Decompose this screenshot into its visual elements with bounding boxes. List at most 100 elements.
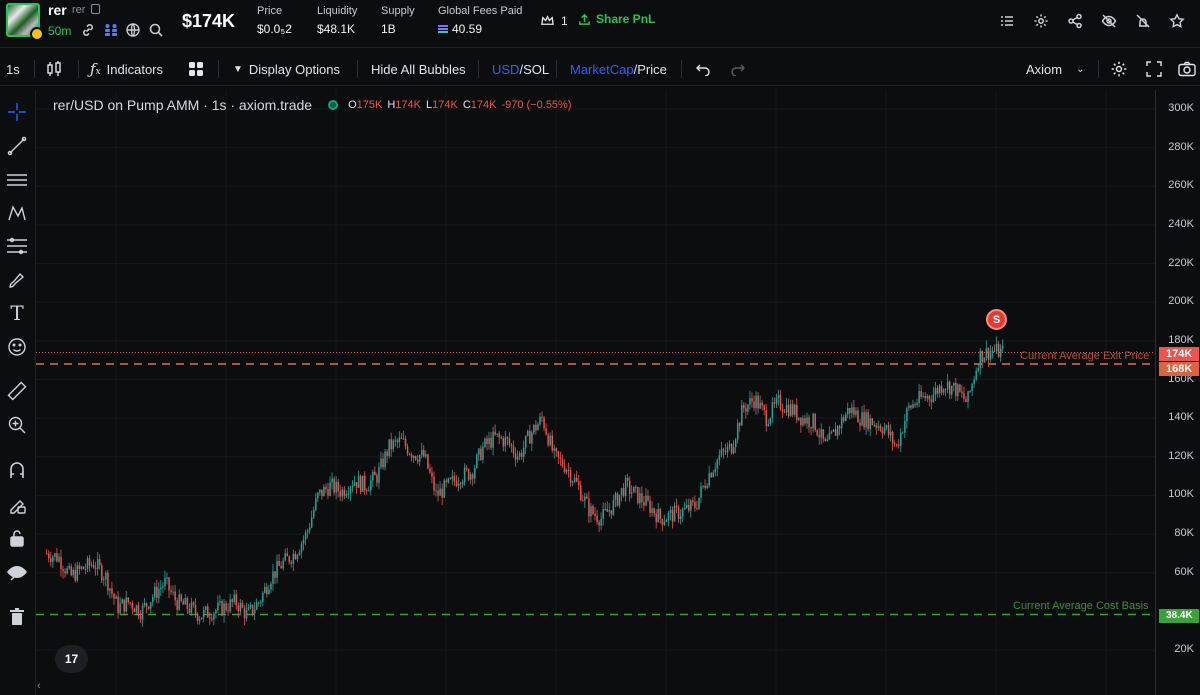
price-axis[interactable]: 300K 280K 260K 240K 220K 200K 180K 160K 140K 120K… — [1155, 90, 1200, 695]
zoom-in-icon[interactable] — [5, 413, 29, 437]
exit-price-tag: 168K — [1159, 362, 1199, 376]
divider — [78, 60, 79, 78]
horizontal-lines-icon[interactable] — [5, 168, 29, 192]
candle — [902, 432, 904, 434]
candle — [533, 424, 535, 433]
candle — [251, 604, 254, 614]
chevron-down-icon: ⌄ — [1076, 63, 1085, 75]
candle — [510, 444, 513, 447]
candle — [653, 508, 655, 514]
copy-icon[interactable] — [91, 4, 100, 14]
ruler-icon[interactable] — [5, 379, 29, 403]
candle — [78, 565, 81, 569]
candle — [545, 428, 547, 435]
trash-icon[interactable] — [5, 605, 29, 629]
stat-liquidity: Liquidity $48.1K — [317, 5, 357, 36]
brush-icon[interactable] — [5, 268, 29, 292]
divider — [1098, 60, 1099, 78]
candle — [722, 449, 725, 451]
metric-toggle[interactable]: MarketCap / Price — [570, 52, 667, 86]
candle — [739, 423, 741, 426]
candle — [577, 481, 580, 486]
candle — [111, 588, 113, 594]
link-icon[interactable] — [80, 22, 96, 38]
pitchfork-icon[interactable] — [5, 201, 29, 225]
candle — [268, 589, 270, 595]
candle — [763, 405, 765, 410]
candle — [123, 599, 125, 612]
crosshair-icon[interactable] — [5, 100, 29, 124]
tradingview-logo[interactable]: 17 — [55, 645, 88, 673]
candle — [575, 477, 578, 482]
candle — [290, 562, 293, 564]
scroll-left-icon[interactable]: ‹ — [37, 680, 41, 692]
hide-chef-icon[interactable] — [1134, 12, 1152, 30]
screenshot-button[interactable] — [1178, 52, 1196, 86]
share-icon[interactable] — [1066, 12, 1084, 30]
chart-settings-button[interactable] — [1110, 52, 1128, 86]
candle — [573, 477, 576, 482]
share-pnl-button[interactable]: Share PnL — [578, 12, 655, 26]
candle — [156, 586, 158, 599]
text-tool-icon[interactable]: T — [5, 301, 29, 325]
currency-toggle[interactable]: USD / SOL — [492, 52, 549, 86]
token-avatar[interactable] — [6, 3, 44, 41]
list-settings-icon[interactable] — [998, 12, 1016, 30]
fib-retracement-icon[interactable] — [5, 234, 29, 258]
layouts-button[interactable] — [188, 52, 204, 86]
avg-cost-basis-label: Current Average Cost Basis — [1013, 600, 1149, 612]
candle — [463, 467, 466, 482]
hide-bubbles-button[interactable]: Hide All Bubbles — [371, 52, 466, 86]
watchlist-button[interactable]: 1 — [540, 13, 568, 28]
gear-icon[interactable] — [1032, 12, 1050, 30]
candle — [959, 384, 961, 392]
interval-select[interactable]: 1s — [6, 52, 20, 86]
candle — [661, 519, 664, 525]
candle — [223, 603, 225, 616]
candle — [924, 396, 927, 399]
trend-line-icon[interactable] — [5, 134, 29, 158]
sell-marker[interactable]: S — [986, 309, 1007, 330]
candle — [453, 476, 456, 482]
candle — [490, 437, 492, 448]
candle — [518, 453, 521, 457]
redo-button[interactable] — [730, 52, 746, 86]
token-header: rer rer 50m $174K Price $0.0₅2 Liquidity… — [0, 0, 1200, 48]
candle — [961, 391, 963, 394]
holders-icon[interactable] — [103, 22, 119, 38]
candle — [812, 413, 814, 429]
candle — [231, 599, 233, 602]
hide-bubbles-label: Hide All Bubbles — [371, 61, 466, 77]
stat-global-fees: Global Fees Paid 40.59 — [438, 5, 522, 36]
fullscreen-button[interactable] — [1146, 52, 1162, 86]
candle — [633, 486, 635, 493]
star-icon[interactable] — [1168, 12, 1186, 30]
candle — [160, 587, 162, 590]
undo-button[interactable] — [695, 52, 711, 86]
candle — [928, 395, 931, 400]
price-chart[interactable] — [36, 90, 1155, 695]
candle — [154, 586, 156, 598]
candle — [92, 565, 95, 568]
candle — [276, 560, 278, 578]
globe-icon[interactable] — [125, 22, 141, 38]
eye-off-icon[interactable] — [1100, 12, 1118, 30]
candle — [620, 488, 623, 495]
indicators-button[interactable]: ƒx Indicators — [90, 52, 163, 86]
lock-icon[interactable] — [5, 526, 29, 550]
display-options-label: Display Options — [248, 61, 340, 77]
chart-type-button[interactable] — [46, 52, 62, 86]
candle — [659, 509, 662, 520]
candle — [616, 493, 619, 506]
theme-select[interactable]: Axiom ⌄ — [1026, 52, 1085, 86]
candle — [46, 553, 48, 555]
search-icon[interactable] — [148, 22, 164, 38]
candle — [675, 505, 678, 508]
eye-icon[interactable] — [5, 560, 29, 584]
display-options-button[interactable]: ▼ Display Options — [233, 52, 340, 86]
lock-drawing-icon[interactable] — [5, 492, 29, 516]
magnet-icon[interactable] — [5, 458, 29, 482]
emoji-icon[interactable] — [5, 335, 29, 359]
candle — [828, 432, 831, 440]
ohlc-high: 174K — [395, 99, 421, 111]
